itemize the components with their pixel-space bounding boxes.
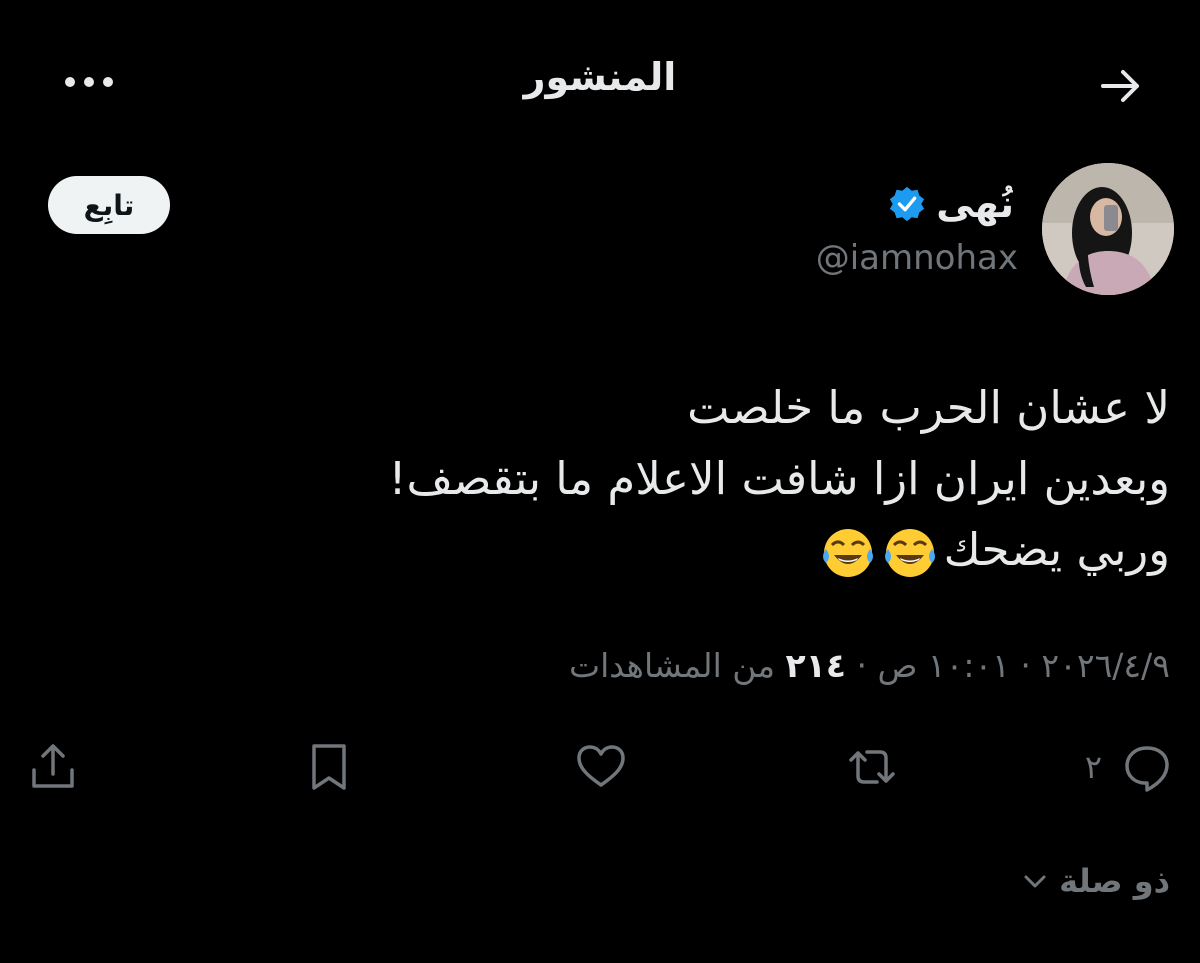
bookmark-button[interactable] — [302, 740, 356, 794]
tweet-line-3-text: وربي يضحك — [943, 523, 1170, 576]
page-title: المنشور — [523, 55, 677, 99]
retweet-button[interactable] — [845, 740, 899, 794]
meta-separator: · — [1020, 646, 1031, 685]
more-horizontal-icon[interactable] — [62, 72, 122, 92]
tweet-time: ١٠:٠١ ص — [877, 646, 1010, 685]
like-button[interactable] — [574, 740, 628, 794]
face-with-tears-of-joy-icon — [822, 529, 873, 577]
bookmark-icon — [312, 744, 346, 790]
share-button[interactable] — [26, 740, 80, 794]
reply-count: ٢ — [1084, 748, 1102, 786]
tweet-text: لا عشان الحرب ما خلصت وبعدين ايران ازا ش… — [40, 372, 1170, 585]
views-label[interactable]: من المشاهدات — [569, 646, 775, 685]
tweet-line-1: لا عشان الحرب ما خلصت — [687, 381, 1170, 434]
avatar[interactable] — [1042, 163, 1174, 295]
tweet-meta: ٢٠٢٦/٤/٩ · ١٠:٠١ ص · ٢١٤ من المشاهدات — [569, 646, 1170, 685]
heart-icon — [577, 745, 625, 787]
views-count[interactable]: ٢١٤ — [786, 646, 846, 685]
reply-icon — [1125, 746, 1169, 792]
face-with-tears-of-joy-icon — [884, 529, 935, 577]
sort-label: ذو صلة — [1059, 862, 1170, 900]
reply-button[interactable]: ٢ — [1085, 740, 1174, 794]
meta-separator: · — [856, 646, 867, 685]
retweet-icon — [849, 750, 895, 784]
display-name[interactable]: نُهى — [936, 182, 1014, 226]
post-page: المنشور تابِع نُهى @iamnohax لا عشان الح… — [0, 0, 1200, 963]
share-icon — [32, 744, 74, 788]
follow-button[interactable]: تابِع — [48, 176, 170, 234]
chevron-down-icon — [1024, 875, 1046, 888]
replies-sort-dropdown[interactable]: ذو صلة — [1021, 862, 1170, 900]
author-name-row[interactable]: نُهى — [888, 178, 1014, 230]
author-handle[interactable]: @iamnohax — [816, 238, 1018, 278]
tweet-line-2: وبعدين ايران ازا شافت الاعلام ما بتقصف! — [388, 452, 1170, 505]
tweet-line-3: وربي يضحك — [40, 514, 1170, 585]
verified-badge-icon — [888, 185, 926, 223]
tweet-date: ٢٠٢٦/٤/٩ — [1041, 646, 1170, 685]
